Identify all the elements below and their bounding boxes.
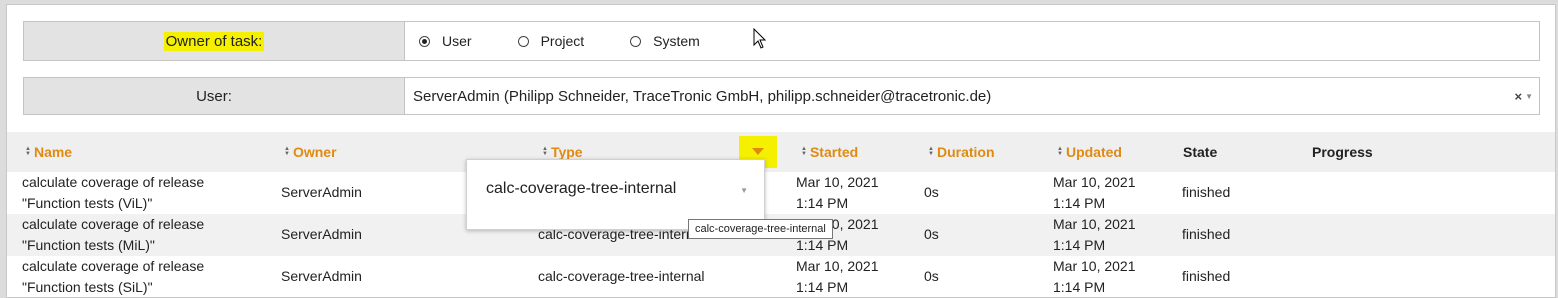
sort-icon: ▲ ▼ [284,146,290,157]
sort-icon: ▲ ▼ [1057,146,1063,157]
column-header-updated[interactable]: ▲ ▼ Updated [1057,144,1122,160]
sort-icon: ▲ ▼ [25,146,31,157]
radio-label-project: Project [540,33,585,49]
task-list-panel: Owner of task: User Project System User:… [6,4,1556,298]
cell-state: finished [1182,268,1231,284]
sort-icon: ▲ ▼ [542,146,548,157]
cell-started: Mar 10, 2021 1:14 PM [796,174,879,211]
user-select-value[interactable]: ServerAdmin (Philipp Schneider, TraceTro… [405,88,1539,105]
cell-updated: Mar 10, 2021 1:14 PM [1053,258,1136,295]
cell-type: calc-coverage-tree-internal [538,268,705,284]
user-label-cell: User: [24,78,405,114]
table-row[interactable]: calculate coverage of release "Function t… [7,256,1555,298]
user-row: User: ServerAdmin (Philipp Schneider, Tr… [23,77,1540,115]
user-label: User: [196,87,232,105]
owner-of-task-row: Owner of task: User Project System [23,21,1540,61]
column-header-state: State [1183,144,1218,160]
cell-state: finished [1182,226,1231,242]
cell-duration: 0s [924,184,939,200]
mouse-cursor-icon [753,28,767,49]
cell-owner: ServerAdmin [281,268,362,284]
cell-owner: ServerAdmin [281,226,362,242]
cell-updated: Mar 10, 2021 1:14 PM [1053,216,1136,253]
clear-icon[interactable]: × [1514,89,1522,104]
column-header-duration[interactable]: ▲ ▼ Duration [928,144,995,160]
cell-duration: 0s [924,226,939,242]
owner-of-task-label-cell: Owner of task: [24,22,405,60]
cell-duration: 0s [924,268,939,284]
cell-started: Mar 10, 2021 1:14 PM [796,258,879,295]
owner-of-task-label: Owner of task: [163,31,265,51]
radio-button-user[interactable] [419,35,430,47]
user-select[interactable]: ServerAdmin (Philipp Schneider, TraceTro… [405,78,1539,114]
cell-name: calculate coverage of release "Function t… [22,216,205,253]
radio-option-project[interactable]: Project [517,33,585,49]
radio-button-system[interactable] [630,35,642,47]
type-filter-select[interactable]: calc-coverage-tree-internal [486,180,676,198]
radio-label-user: User [442,33,472,49]
table-row[interactable]: calculate coverage of release "Function t… [7,172,1555,214]
column-header-owner[interactable]: ▲ ▼ Owner [284,144,337,160]
cell-owner: ServerAdmin [281,184,362,200]
radio-button-project[interactable] [517,35,529,47]
chevron-down-icon[interactable]: ▼ [740,186,748,195]
grid-header: ▲ ▼ Name ▲ ▼ Owner ▲ ▼ Type ▲ ▼ Started ▲ ▼ D… [7,132,1555,172]
radio-option-user[interactable]: User [419,33,472,49]
cell-name: calculate coverage of release "Function t… [22,174,205,211]
chevron-down-icon[interactable]: ▼ [1525,92,1533,101]
owner-radio-group: User Project System [405,22,1539,60]
column-header-progress: Progress [1312,144,1373,160]
cell-name: calculate coverage of release "Function t… [22,258,205,295]
cell-state: finished [1182,184,1231,200]
column-header-name[interactable]: ▲ ▼ Name [25,144,72,160]
radio-option-system[interactable]: System [630,33,700,49]
cell-updated: Mar 10, 2021 1:14 PM [1053,174,1136,211]
column-header-started[interactable]: ▲ ▼ Started [801,144,858,160]
sort-icon: ▲ ▼ [801,146,807,157]
column-header-type[interactable]: ▲ ▼ Type [542,144,583,160]
type-tooltip: calc-coverage-tree-internal [688,219,833,239]
filter-icon [752,148,764,155]
sort-icon: ▲ ▼ [928,146,934,157]
radio-label-system: System [653,33,700,49]
